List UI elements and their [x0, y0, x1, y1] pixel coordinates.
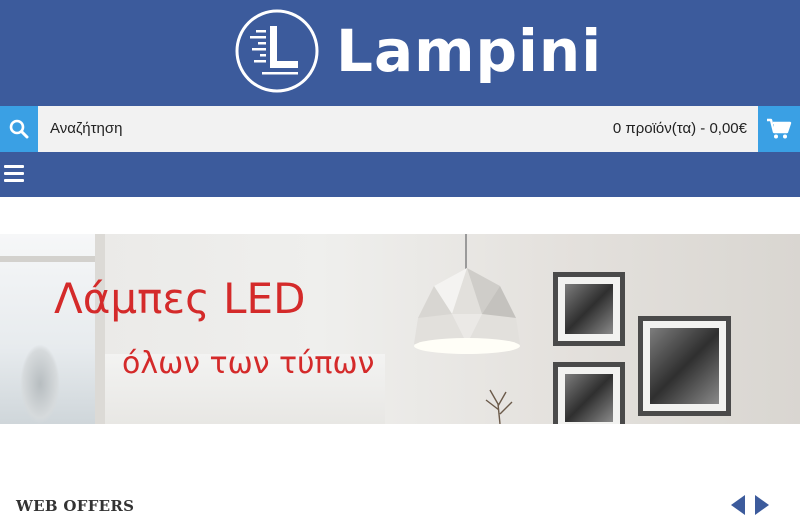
- hero-banner[interactable]: Λάμπες LED όλων των τύπων: [0, 234, 800, 424]
- site-logo[interactable]: Lampini: [234, 8, 602, 94]
- search-input[interactable]: Αναζήτηση: [50, 120, 122, 137]
- site-header: Lampini: [0, 0, 800, 106]
- logo-icon: [235, 9, 319, 93]
- carousel-prev-icon[interactable]: [731, 495, 745, 515]
- cart-icon: [767, 118, 792, 139]
- wall-frame-1: [553, 272, 625, 346]
- search-button[interactable]: [0, 106, 38, 152]
- banner-title: Λάμπες LED: [54, 274, 306, 323]
- pendant-lamp-image: [414, 268, 520, 354]
- main-navbar: [0, 152, 800, 197]
- logo-wordmark: Lampini: [336, 17, 603, 85]
- wall-frame-3: [553, 362, 625, 424]
- carousel-next-icon[interactable]: [755, 495, 769, 515]
- search-icon: [9, 119, 29, 139]
- lamp-cord: [465, 234, 467, 270]
- banner-subtitle: όλων των τύπων: [122, 346, 375, 381]
- cart-button[interactable]: [758, 106, 800, 152]
- web-offers-heading: WEB OFFERS: [16, 497, 135, 515]
- search-bar: Αναζήτηση 0 προϊόν(τα) - 0,00€: [0, 106, 800, 152]
- branches-decoration: [485, 389, 513, 424]
- cart-summary[interactable]: 0 προϊόν(τα) - 0,00€: [613, 120, 747, 137]
- wall-frame-2: [638, 316, 731, 416]
- hamburger-menu-icon[interactable]: [4, 165, 24, 183]
- banner-window: [0, 234, 105, 424]
